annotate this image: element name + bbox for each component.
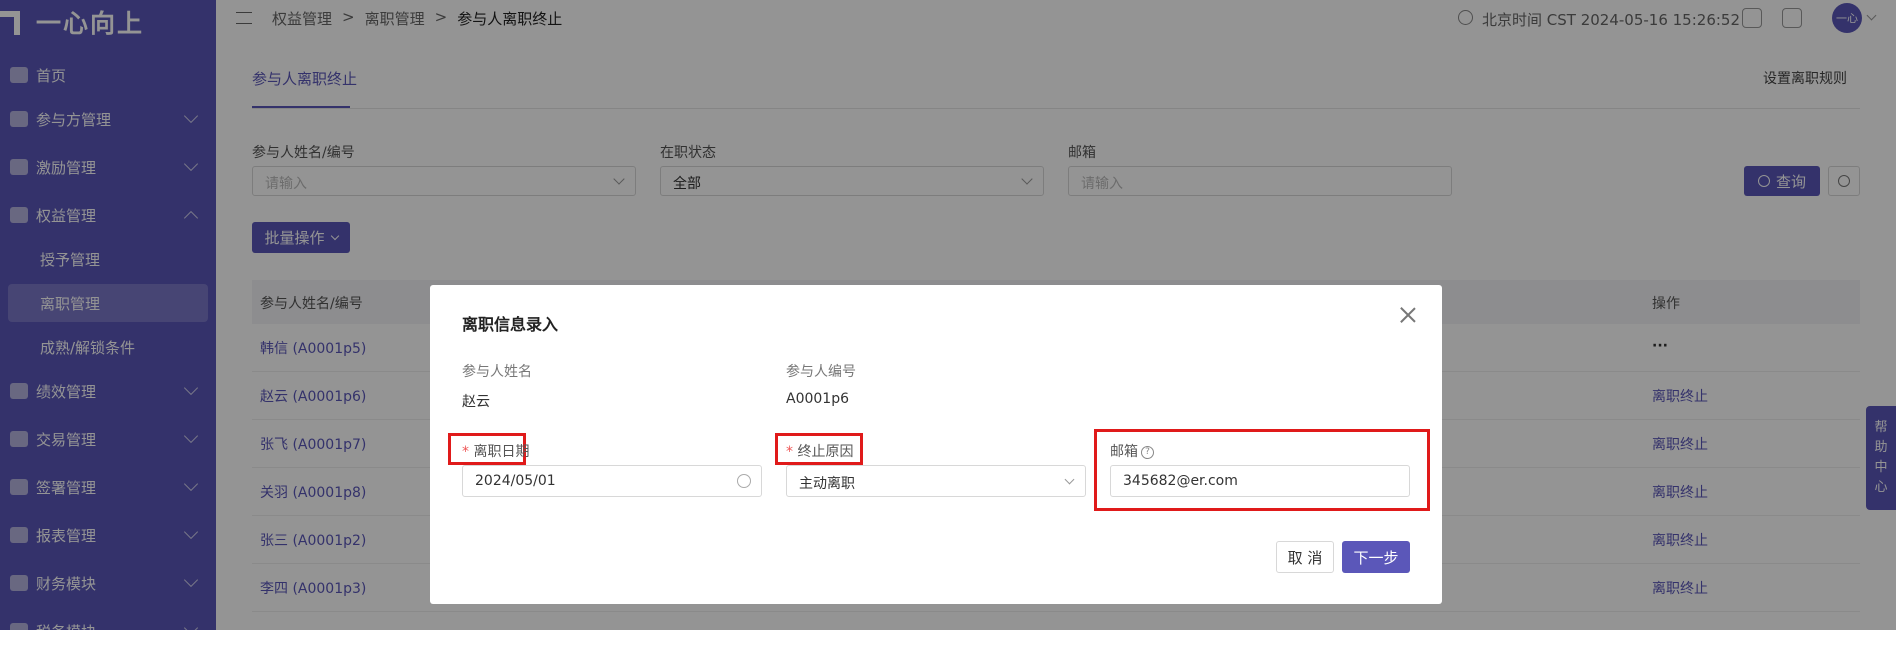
dialog-title: 离职信息录入 — [462, 315, 559, 334]
next-step-button[interactable]: 下一步 — [1342, 541, 1410, 573]
required-mark: * — [786, 444, 793, 460]
cancel-button[interactable]: 取 消 — [1276, 541, 1334, 573]
participant-name-label: 参与人姓名 — [462, 364, 532, 380]
email-field[interactable]: 345682@er.com — [1110, 465, 1410, 497]
label-text: 离职日期 — [473, 444, 530, 460]
select-value: 主动离职 — [799, 476, 855, 492]
date-value: 2024/05/01 — [475, 473, 556, 489]
label-text: 终止原因 — [797, 444, 854, 460]
calendar-icon — [737, 474, 751, 488]
termination-reason-select[interactable]: 主动离职 — [786, 465, 1086, 497]
email-label: 邮箱? — [1110, 441, 1154, 461]
departure-date-label: * 离职日期 — [462, 441, 529, 461]
email-value: 345682@er.com — [1123, 473, 1238, 489]
label-text: 邮箱 — [1110, 444, 1138, 460]
departure-info-dialog: 离职信息录入 参与人姓名 赵云 参与人编号 A0001p6 * 离职日期 202… — [430, 285, 1442, 604]
participant-name-value: 赵云 — [462, 394, 490, 410]
termination-reason-label: * 终止原因 — [786, 441, 853, 461]
chevron-down-icon — [1064, 474, 1075, 485]
departure-date-picker[interactable]: 2024/05/01 — [462, 465, 762, 497]
close-icon[interactable] — [1400, 307, 1416, 323]
help-question-icon[interactable]: ? — [1141, 445, 1154, 459]
participant-id-value: A0001p6 — [786, 391, 849, 407]
required-mark: * — [462, 444, 469, 460]
participant-id-label: 参与人编号 — [786, 364, 856, 380]
